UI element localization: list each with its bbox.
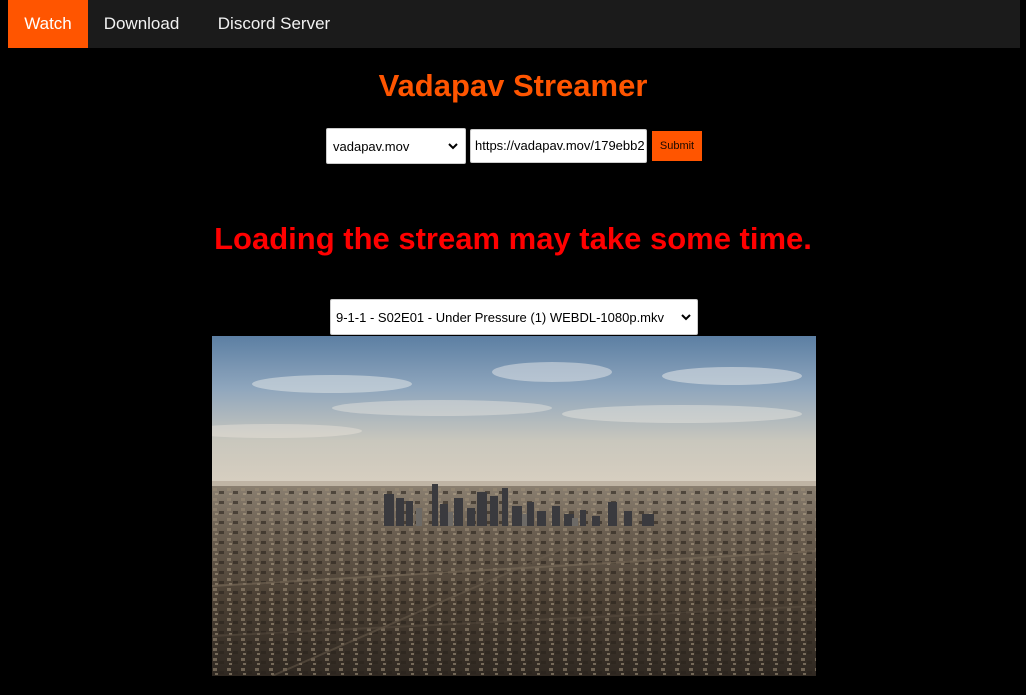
nav-download[interactable]: Download bbox=[88, 0, 195, 48]
page-title: Vadapav Streamer bbox=[378, 68, 648, 103]
video-frame-image bbox=[212, 336, 816, 676]
source-select[interactable]: vadapav.mov bbox=[326, 128, 466, 164]
episode-select-value: 9-1-1 - S02E01 - Under Pressure (1) WEBD… bbox=[336, 309, 665, 325]
nav-watch[interactable]: Watch bbox=[8, 0, 88, 48]
submit-button[interactable]: Submit bbox=[652, 131, 702, 161]
video-player[interactable] bbox=[212, 336, 816, 676]
source-select-value: vadapav.mov bbox=[333, 138, 410, 154]
nav-watch-label: Watch bbox=[24, 14, 72, 33]
page: Watch Download Discord Server Vadapav St… bbox=[0, 0, 1026, 695]
chevron-down-icon bbox=[680, 311, 692, 323]
loading-notice: Loading the stream may take some time. bbox=[214, 221, 812, 256]
nav-download-label: Download bbox=[103, 14, 180, 33]
url-input[interactable]: https://vadapav.mov/179ebb2 bbox=[470, 129, 647, 163]
episode-select[interactable]: 9-1-1 - S02E01 - Under Pressure (1) WEBD… bbox=[330, 299, 698, 335]
chevron-down-icon bbox=[447, 140, 459, 152]
url-input-value: https://vadapav.mov/179ebb2 bbox=[475, 138, 645, 153]
nav-discord-label: Discord Server bbox=[217, 14, 331, 33]
top-nav: Watch Download Discord Server bbox=[8, 0, 1020, 48]
submit-button-label: Submit bbox=[659, 140, 695, 152]
nav-discord-server[interactable]: Discord Server bbox=[195, 0, 353, 48]
